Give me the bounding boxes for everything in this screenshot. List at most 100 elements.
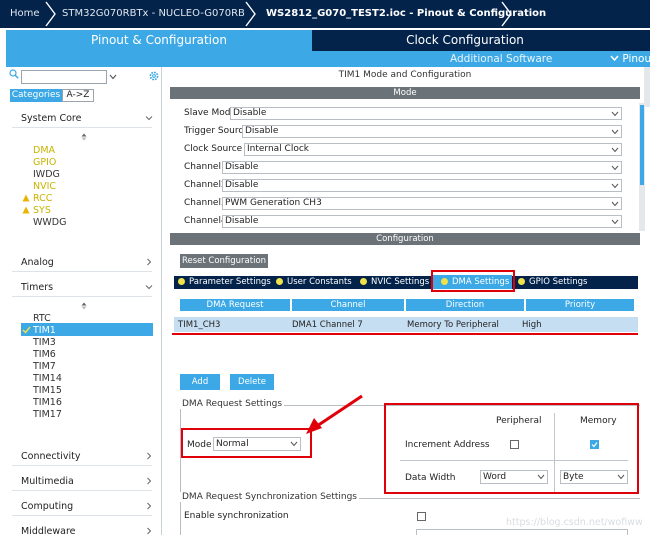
categories-view-button[interactable]: Categories — [10, 89, 62, 102]
gear-icon[interactable] — [148, 70, 160, 82]
category-computing[interactable]: Computing — [21, 501, 155, 512]
list-item[interactable]: WWDG — [33, 217, 66, 228]
memory-data-width-select[interactable]: Byte — [560, 470, 628, 484]
list-item[interactable]: IWDG — [33, 169, 60, 180]
list-item[interactable]: TIM15 — [33, 385, 62, 396]
category-label: Multimedia — [21, 476, 74, 487]
list-item[interactable]: TIM17 — [33, 409, 62, 420]
sync-select[interactable] — [416, 529, 628, 535]
category-system-core[interactable]: System Core — [21, 113, 155, 124]
category-middleware[interactable]: Middleware — [21, 526, 155, 535]
chevron-down-icon — [611, 129, 619, 135]
tab-pinout-configuration[interactable]: Pinout & Configuration — [6, 30, 312, 51]
tab-nvic-settings[interactable]: NVIC Settings — [360, 276, 429, 289]
select-value: Disable — [245, 126, 279, 136]
configuration-panel: TIM1 Mode and Configuration Mode Slave M… — [168, 67, 650, 535]
list-item[interactable]: TIM16 — [33, 397, 62, 408]
column-header-priority[interactable]: Priority — [526, 299, 634, 311]
category-connectivity[interactable]: Connectivity — [21, 451, 155, 462]
sort-icon[interactable] — [80, 133, 88, 141]
peripheral-data-width-select[interactable]: Word — [480, 470, 548, 484]
category-label: System Core — [21, 113, 82, 124]
list-item[interactable]: TIM3 — [33, 337, 56, 348]
tab-additional-software[interactable]: Additional Software — [450, 51, 552, 67]
list-item[interactable]: TIM7 — [33, 361, 56, 372]
tab-dma-settings[interactable]: DMA Settings — [441, 276, 509, 289]
grid-divider — [554, 413, 555, 493]
mode-scrollbar-thumb[interactable] — [640, 105, 644, 185]
list-item[interactable]: DMA — [33, 145, 55, 156]
list-item[interactable]: RCC — [33, 193, 52, 204]
status-dot-icon — [441, 278, 448, 285]
peripheral-increment-checkbox[interactable] — [510, 440, 519, 449]
select-value: Word — [483, 472, 507, 482]
chevron-right-icon — [147, 452, 152, 460]
chevron-down-icon — [611, 147, 619, 153]
mode-row-label: Channel3 — [184, 198, 227, 208]
add-button[interactable]: Add — [180, 374, 220, 390]
table-row[interactable] — [174, 317, 638, 332]
status-dot-icon — [276, 278, 283, 285]
list-item[interactable]: GPIO — [33, 157, 56, 168]
list-item[interactable]: TIM6 — [33, 349, 56, 360]
delete-button[interactable]: Delete — [230, 374, 274, 390]
mode-row-label: Slave Mode — [184, 108, 236, 118]
trigger-source-select[interactable]: Disable — [242, 125, 622, 138]
tab-clock-configuration[interactable]: Clock Configuration — [312, 30, 618, 51]
check-icon — [22, 326, 31, 334]
column-header-channel[interactable]: Channel — [292, 299, 404, 311]
check-icon — [591, 442, 598, 448]
category-label: Timers — [21, 282, 54, 293]
dma-mode-select[interactable]: Normal — [213, 437, 301, 451]
tab-user-constants[interactable]: User Constants — [276, 276, 352, 289]
column-header-direction[interactable]: Direction — [406, 299, 524, 311]
clock-source-select[interactable]: Internal Clock — [244, 143, 622, 156]
enable-sync-label: Enable synchronization — [184, 511, 289, 521]
list-item[interactable]: SYS — [33, 205, 51, 216]
tab-label: DMA Settings — [452, 277, 510, 287]
channel4-select[interactable]: Disable — [222, 215, 622, 228]
list-item[interactable]: TIM1 — [33, 325, 56, 336]
chevron-right-icon — [147, 258, 152, 266]
chevron-down-icon — [145, 285, 153, 290]
data-width-label: Data Width — [405, 473, 456, 483]
divider — [12, 490, 152, 491]
memory-increment-checkbox[interactable] — [590, 440, 599, 449]
breadcrumb-chevron-icon — [245, 1, 256, 27]
mode-row-label: Channel1 — [184, 162, 227, 172]
breadcrumb-home[interactable]: Home — [10, 0, 40, 28]
memory-column-label: Memory — [580, 416, 617, 426]
mode-field-label: Mode — [187, 440, 212, 450]
search-icon — [9, 69, 19, 79]
channel3-select[interactable]: PWM Generation CH3 — [222, 197, 622, 210]
pinout-menu-label: Pinou — [622, 53, 650, 65]
select-value: PWM Generation CH3 — [225, 198, 322, 208]
alphabetical-view-button[interactable]: A->Z — [62, 89, 94, 102]
pinout-menu[interactable]: Pinou — [610, 51, 650, 67]
tab-parameter-settings[interactable]: Parameter Settings — [178, 276, 271, 289]
slave-mode-select[interactable]: Disable — [230, 107, 622, 120]
list-item[interactable]: TIM14 — [33, 373, 62, 384]
category-timers[interactable]: Timers — [21, 282, 155, 293]
column-header-dma-request[interactable]: DMA Request — [180, 299, 290, 311]
tab-gpio-settings[interactable]: GPIO Settings — [518, 276, 587, 289]
breadcrumb-device[interactable]: STM32G070RBTx - NUCLEO-G070RB — [62, 0, 245, 28]
channel1-select[interactable]: Disable — [222, 161, 622, 174]
category-multimedia[interactable]: Multimedia — [21, 476, 155, 487]
category-analog[interactable]: Analog — [21, 257, 155, 268]
sort-icon[interactable] — [80, 302, 88, 310]
status-dot-icon — [178, 278, 185, 285]
chevron-down-icon — [611, 183, 619, 189]
status-dot-icon — [518, 278, 525, 285]
reset-configuration-button[interactable]: Reset Configuration — [180, 254, 268, 268]
list-item[interactable]: NVIC — [33, 181, 56, 192]
channel2-select[interactable]: Disable — [222, 179, 622, 192]
chevron-down-icon[interactable] — [109, 73, 117, 81]
group-border — [180, 405, 181, 493]
enable-sync-checkbox[interactable] — [417, 512, 426, 521]
search-input[interactable] — [21, 70, 117, 84]
sync-settings-title: DMA Request Synchronization Settings — [180, 492, 359, 502]
chevron-down-icon — [611, 111, 619, 117]
outer-scrollbar[interactable] — [644, 67, 650, 107]
select-value: Disable — [233, 108, 267, 118]
